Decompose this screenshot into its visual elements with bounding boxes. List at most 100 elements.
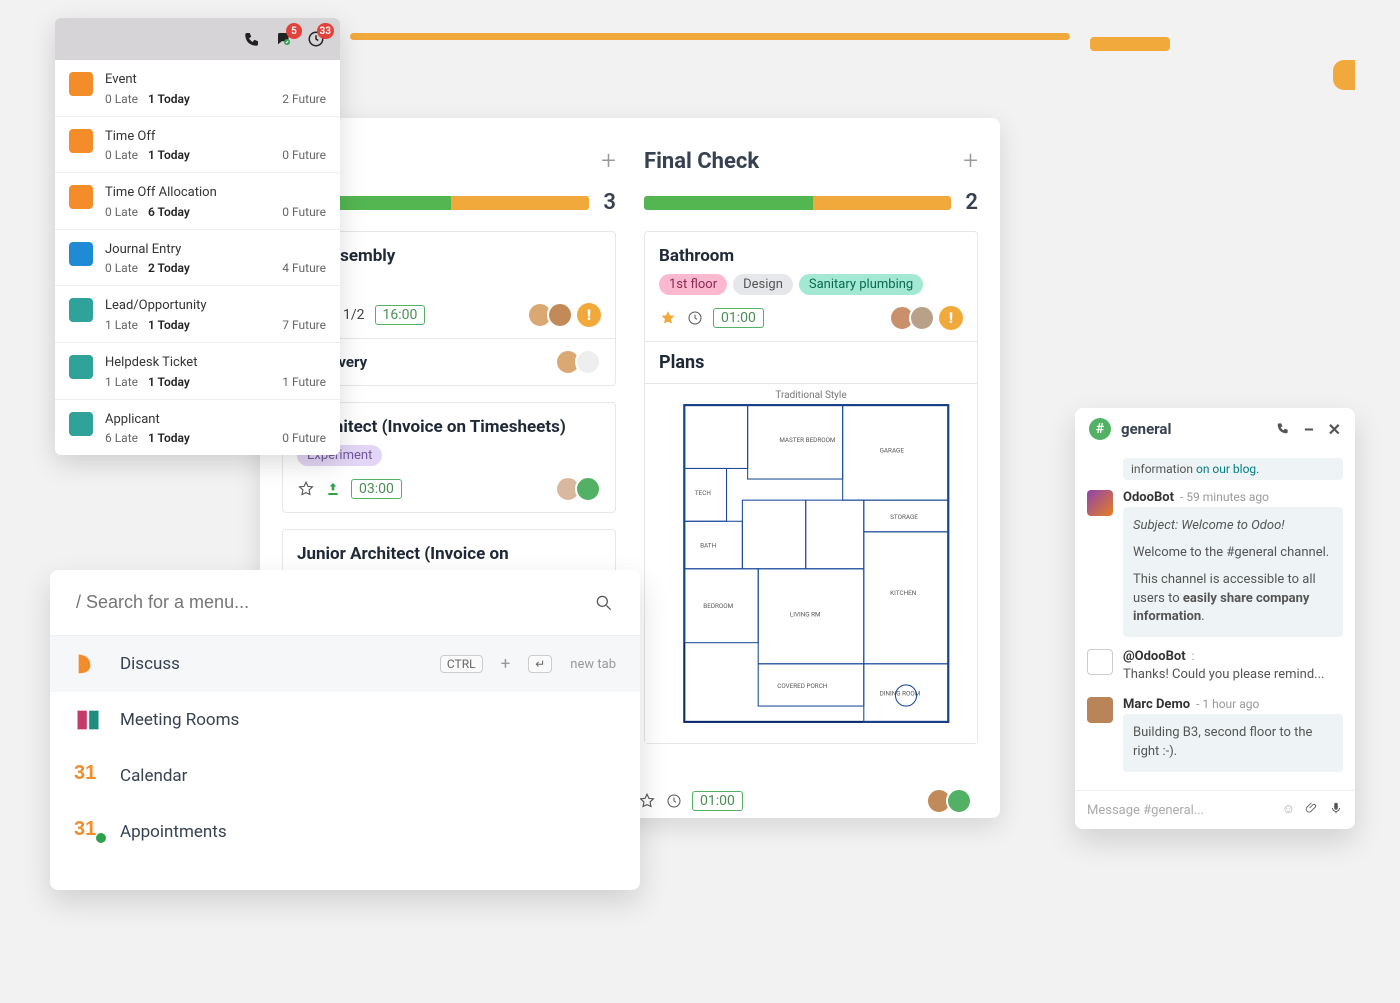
svg-text:STORAGE: STORAGE xyxy=(890,513,918,521)
message-body: Building B3, second floor to the right :… xyxy=(1123,714,1343,772)
activity-row[interactable]: Time Off0 Late1 Today0 Future xyxy=(55,116,340,173)
menu-item-meeting-rooms[interactable]: Meeting Rooms xyxy=(50,692,640,748)
alert-icon: ! xyxy=(939,306,963,330)
upload-icon[interactable] xyxy=(325,481,341,497)
app-icon xyxy=(69,185,93,209)
menu-item-appointments[interactable]: 31 Appointments xyxy=(50,804,640,860)
time-badge: 01:00 xyxy=(692,791,743,811)
blog-link[interactable]: on our blog xyxy=(1196,462,1256,476)
activity-row[interactable]: Lead/Opportunity1 Late1 Today7 Future xyxy=(55,285,340,342)
activities-popover: 5 33 Event0 Late1 Today2 FutureTime Off0… xyxy=(55,18,340,455)
time-badge: 01:00 xyxy=(713,308,764,328)
activity-today: 1 Today xyxy=(148,431,190,445)
activity-title: Lead/Opportunity xyxy=(105,298,270,314)
kanban-column-final-check: Final Check + 2 Bathroom 1st floor Desig… xyxy=(644,146,978,790)
star-icon[interactable] xyxy=(659,309,677,327)
menu-icon: 31 xyxy=(74,818,102,846)
activity-late: 1 Late xyxy=(105,318,138,332)
kbd-enter: ↵ xyxy=(528,655,552,673)
activity-row[interactable]: Applicant6 Late1 Today0 Future xyxy=(55,399,340,456)
card-title: Bathroom xyxy=(659,246,963,266)
activity-today: 2 Today xyxy=(148,261,190,275)
activity-title: Helpdesk Ticket xyxy=(105,355,270,371)
chat-title: general xyxy=(1121,420,1266,438)
chat-info-bubble: information on our blog. xyxy=(1123,458,1343,480)
activity-title: Journal Entry xyxy=(105,242,270,258)
card-assignees: ! xyxy=(527,302,601,328)
chat-message: @OdooBot: Thanks! Could you please remin… xyxy=(1087,649,1343,685)
sender: @OdooBot xyxy=(1123,649,1186,664)
activity-title: Applicant xyxy=(105,412,270,428)
card-title: r Architect (Invoice on Timesheets) xyxy=(297,417,601,437)
decor-stroke xyxy=(350,33,1070,40)
phone-icon[interactable] xyxy=(242,29,262,49)
messages-badge: 5 xyxy=(286,23,302,39)
search-input[interactable] xyxy=(76,592,584,613)
call-icon[interactable] xyxy=(1276,420,1290,439)
clock-icon xyxy=(666,793,682,809)
star-icon[interactable] xyxy=(297,480,315,498)
activity-future: 1 Future xyxy=(282,375,326,389)
svg-text:LIVING RM: LIVING RM xyxy=(790,610,821,618)
svg-text:GARAGE: GARAGE xyxy=(880,447,905,455)
minimize-icon[interactable]: – xyxy=(1304,420,1314,439)
compose-input[interactable]: Message #general... xyxy=(1087,803,1272,818)
star-icon[interactable] xyxy=(638,792,656,810)
emoji-icon[interactable]: ☺ xyxy=(1282,801,1295,819)
activity-today: 1 Today xyxy=(148,92,190,106)
app-icon xyxy=(69,412,93,436)
attach-icon[interactable] xyxy=(1305,801,1319,819)
activity-row[interactable]: Time Off Allocation0 Late6 Today0 Future xyxy=(55,172,340,229)
app-icon xyxy=(69,242,93,266)
messages-icon[interactable]: 5 xyxy=(274,29,294,49)
floor-plan-image: Traditional Style MASTER BEDROOM GARAGE … xyxy=(645,383,977,743)
menu-list: DiscussCTRL+↵new tabMeeting Rooms31Calen… xyxy=(50,636,640,860)
activity-today: 6 Today xyxy=(148,205,190,219)
svg-text:TECH: TECH xyxy=(695,489,711,497)
alert-icon: ! xyxy=(577,303,601,327)
activity-row[interactable]: Helpdesk Ticket1 Late1 Today1 Future xyxy=(55,342,340,399)
avatar xyxy=(1087,697,1113,723)
channel-icon: # xyxy=(1089,418,1111,440)
menu-label: Calendar xyxy=(120,766,187,786)
activity-row[interactable]: Event0 Late1 Today2 Future xyxy=(55,60,340,116)
card-tag: Sanitary plumbing xyxy=(799,274,923,295)
mic-icon[interactable] xyxy=(1329,801,1343,819)
svg-text:COVERED PORCH: COVERED PORCH xyxy=(777,682,827,690)
add-card-icon[interactable]: + xyxy=(601,146,616,176)
menu-label: Appointments xyxy=(120,822,227,842)
close-icon[interactable]: ✕ xyxy=(1328,420,1341,439)
activities-list: Event0 Late1 Today2 FutureTime Off0 Late… xyxy=(55,60,340,455)
app-icon xyxy=(69,355,93,379)
activity-future: 4 Future xyxy=(282,261,326,275)
activities-badge: 33 xyxy=(317,23,334,39)
activity-late: 0 Late xyxy=(105,205,138,219)
add-card-icon[interactable]: + xyxy=(963,146,978,176)
search-icon[interactable] xyxy=(594,593,614,613)
activity-late: 0 Late xyxy=(105,148,138,162)
command-palette: DiscussCTRL+↵new tabMeeting Rooms31Calen… xyxy=(50,570,640,890)
column-title: Final Check xyxy=(644,149,759,174)
activities-icon[interactable]: 33 xyxy=(306,29,326,49)
kbd-ctrl: CTRL xyxy=(440,655,483,673)
kanban-card[interactable]: Bathroom 1st floor Design Sanitary plumb… xyxy=(644,231,978,744)
sender: Marc Demo xyxy=(1123,697,1190,712)
column-count: 3 xyxy=(603,190,616,215)
decor-stroke xyxy=(1090,37,1170,51)
activity-future: 0 Future xyxy=(282,205,326,219)
menu-label: Discuss xyxy=(120,654,180,674)
activity-row[interactable]: Journal Entry 0 Late 2 Today 4 Future xyxy=(55,229,340,286)
svg-text:KITCHEN: KITCHEN xyxy=(890,589,916,597)
menu-icon xyxy=(74,650,102,678)
menu-item-calendar[interactable]: 31 Calendar xyxy=(50,748,640,804)
menu-item-discuss[interactable]: DiscussCTRL+↵new tab xyxy=(50,636,640,692)
kanban-card[interactable]: Junior Architect (Invoice on xyxy=(282,529,616,575)
time-badge: 03:00 xyxy=(351,479,402,499)
activity-late: 0 Late xyxy=(105,261,138,275)
activity-title: Time Off xyxy=(105,129,270,145)
activity-future: 2 Future xyxy=(282,92,326,106)
activity-today: 1 Today xyxy=(148,375,190,389)
sender: OdooBot xyxy=(1123,490,1174,505)
menu-icon: 31 xyxy=(74,762,102,790)
card-title: Junior Architect (Invoice on xyxy=(297,544,601,564)
